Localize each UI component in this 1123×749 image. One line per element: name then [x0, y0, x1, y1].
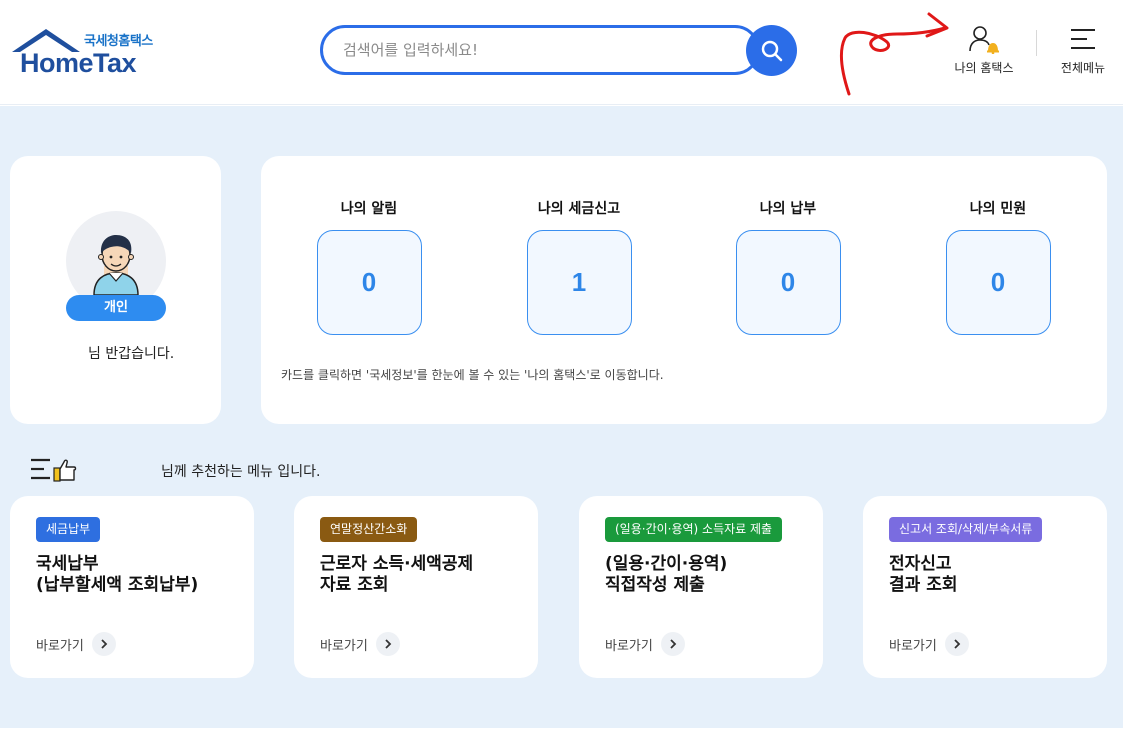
search-input[interactable]	[343, 38, 723, 62]
card-title: 근로자 소득·세액공제 자료 조회	[320, 554, 530, 596]
card-tag: (일용·간이·용역) 소득자료 제출	[605, 517, 783, 542]
my-hometax-button[interactable]: 나의 홈택스	[944, 22, 1024, 82]
shortcut-label: 바로가기	[320, 638, 368, 654]
recommend-heading: 님께 추천하는 메뉴 입니다.	[30, 452, 390, 488]
thumbs-up-list-icon	[31, 458, 77, 482]
chevron-right-icon	[91, 632, 116, 656]
summary-card: 나의 알림 0 나의 세금신고 1 나의 납부 0 나의 민원 0 카드를 클릭…	[261, 156, 1107, 424]
chevron-right-icon	[660, 632, 685, 656]
summary-title: 나의 알림	[340, 201, 398, 217]
card-title-line2: 자료 조회	[320, 575, 389, 595]
all-menu-button[interactable]: 전체메뉴	[1054, 22, 1112, 82]
card-tag: 세금납부	[36, 517, 101, 542]
card-tag: 연말정산간소화	[320, 517, 418, 542]
hamburger-icon	[1071, 29, 1095, 49]
summary-title: 나의 납부	[759, 201, 817, 217]
summary-count[interactable]: 1	[526, 230, 632, 335]
header-divider	[1036, 30, 1037, 56]
card-title-line2: (납부할세액 조회납부)	[36, 575, 199, 595]
summary-count[interactable]: 0	[316, 230, 422, 335]
card-title: (일용·간이·용역) 직접작성 제출	[605, 554, 815, 596]
summary-civil-petition[interactable]: 나의 민원 0	[928, 198, 1068, 335]
profile-card[interactable]: 개인 님 반갑습니다.	[10, 156, 221, 424]
card-title-line1: (일용·간이·용역)	[605, 554, 728, 574]
summary-count[interactable]: 0	[945, 230, 1051, 335]
card-title-line1: 국세납부	[36, 554, 99, 574]
personal-badge: 개인	[66, 295, 166, 321]
shortcut-link[interactable]: 바로가기	[889, 632, 969, 656]
shortcut-label: 바로가기	[605, 638, 653, 654]
summary-notifications[interactable]: 나의 알림 0	[299, 198, 439, 335]
shortcut-label: 바로가기	[889, 638, 937, 654]
summary-title: 나의 세금신고	[537, 201, 621, 217]
search-icon	[761, 40, 782, 61]
chevron-right-icon	[944, 632, 969, 656]
logo-wordmark: HomeTax	[20, 48, 137, 78]
red-arrow-annotation	[840, 12, 949, 96]
greeting-text: 님 반갑습니다.	[88, 346, 175, 362]
card-title-line1: 전자신고	[889, 554, 952, 574]
hometax-logo[interactable]: 국세청홈택스 HomeTax	[8, 24, 168, 84]
summary-count[interactable]: 0	[735, 230, 841, 335]
recommend-text: 님께 추천하는 메뉴 입니다.	[161, 464, 321, 480]
summary-tax-filing[interactable]: 나의 세금신고 1	[509, 198, 649, 335]
menu-card-year-end-settlement[interactable]: 연말정산간소화 근로자 소득·세액공제 자료 조회 바로가기	[294, 496, 538, 678]
card-tag: 신고서 조회/삭제/부속서류	[889, 517, 1043, 542]
shortcut-link[interactable]: 바로가기	[605, 632, 685, 656]
shortcut-link[interactable]: 바로가기	[36, 632, 116, 656]
card-title: 전자신고 결과 조회	[889, 554, 1099, 596]
page-bottom	[0, 728, 1123, 749]
search-button[interactable]	[746, 25, 797, 76]
menu-card-e-filing-result[interactable]: 신고서 조회/삭제/부속서류 전자신고 결과 조회 바로가기	[863, 496, 1107, 678]
menu-card-tax-payment[interactable]: 세금납부 국세납부 (납부할세액 조회납부) 바로가기	[10, 496, 254, 678]
all-menu-label: 전체메뉴	[1060, 61, 1106, 75]
my-hometax-label: 나의 홈택스	[954, 61, 1014, 75]
shortcut-link[interactable]: 바로가기	[320, 632, 400, 656]
summary-payment[interactable]: 나의 납부 0	[718, 198, 858, 335]
card-title-line1: 근로자 소득·세액공제	[320, 554, 474, 574]
card-title-line2: 직접작성 제출	[605, 575, 705, 595]
summary-title: 나의 민원	[969, 201, 1027, 217]
shortcut-label: 바로가기	[36, 638, 84, 654]
card-title-line2: 결과 조회	[889, 575, 958, 595]
chevron-right-icon	[375, 632, 400, 656]
search-box	[320, 25, 760, 75]
logo-subtitle: 국세청홈택스	[84, 34, 153, 49]
menu-card-income-data-submission[interactable]: (일용·간이·용역) 소득자료 제출 (일용·간이·용역) 직접작성 제출 바로…	[579, 496, 823, 678]
card-title: 국세납부 (납부할세액 조회납부)	[36, 554, 246, 596]
user-bell-icon	[969, 26, 999, 54]
header: 국세청홈택스 HomeTax 나의 홈택스 전체메뉴	[0, 0, 1123, 105]
summary-note: 카드를 클릭하면 '국세정보'를 한눈에 볼 수 있는 '나의 홈택스'로 이동…	[281, 368, 664, 382]
